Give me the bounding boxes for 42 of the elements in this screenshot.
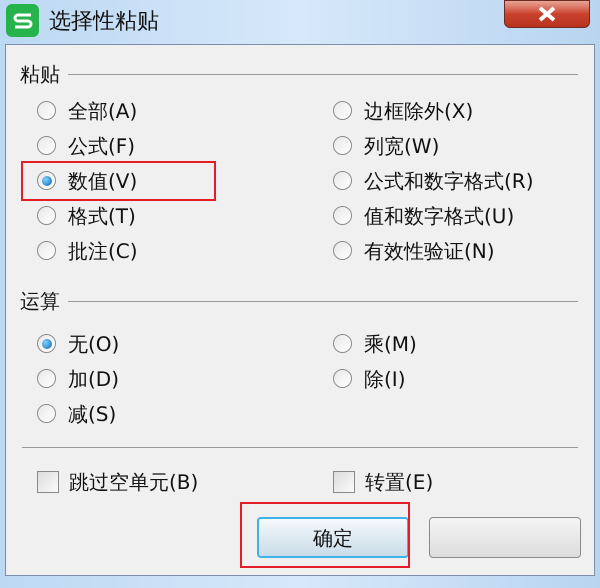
close-button[interactable]: [504, 0, 590, 28]
radio-button[interactable]: [37, 369, 56, 388]
option-label: 公式(F): [68, 132, 136, 160]
group-label: 运算: [20, 288, 60, 315]
option-label: 值和数字格式(U): [364, 202, 514, 230]
checkbox[interactable]: [37, 470, 59, 492]
option-label: 边框除外(X): [364, 98, 474, 124]
option-label: 有效性验证(N): [364, 238, 495, 264]
radio-button[interactable]: [333, 206, 352, 225]
option-label: 除(I): [364, 366, 406, 392]
radio-button[interactable]: [37, 404, 56, 423]
radio-button[interactable]: [333, 369, 352, 388]
radio-button[interactable]: [333, 241, 352, 260]
app-logo-icon: [6, 4, 39, 37]
checkbox-label: 转置(E): [365, 468, 434, 496]
option-label: 加(D): [68, 366, 120, 392]
radio-button[interactable]: [333, 136, 352, 155]
checkbox[interactable]: [333, 470, 355, 492]
option-label: 批注(C): [68, 238, 138, 264]
option-label: 格式(T): [68, 202, 136, 230]
close-icon: [536, 6, 558, 22]
option-label: 减(S): [68, 400, 116, 428]
group-label: 粘贴: [20, 61, 60, 88]
ok-button[interactable]: 确定: [257, 517, 409, 558]
radio-button[interactable]: [333, 171, 352, 190]
radio-button[interactable]: [37, 136, 56, 155]
window-title: 选择性粘贴: [49, 8, 159, 36]
radio-button[interactable]: [333, 101, 352, 120]
option-label: 乘(M): [364, 330, 417, 358]
radio-button[interactable]: [37, 241, 56, 260]
option-label: 数值(V): [68, 168, 138, 194]
option-label: 列宽(W): [364, 132, 440, 160]
checkbox-label: 跳过空单元(B): [69, 468, 198, 496]
option-label: 公式和数字格式(R): [364, 168, 534, 194]
radio-button[interactable]: [333, 334, 352, 353]
radio-button[interactable]: [37, 334, 56, 353]
option-label: 全部(A): [68, 98, 138, 124]
radio-button[interactable]: [37, 101, 56, 120]
radio-button[interactable]: [37, 171, 56, 190]
radio-button[interactable]: [37, 206, 56, 225]
option-label: 无(O): [68, 330, 120, 358]
cancel-button[interactable]: [429, 517, 581, 558]
